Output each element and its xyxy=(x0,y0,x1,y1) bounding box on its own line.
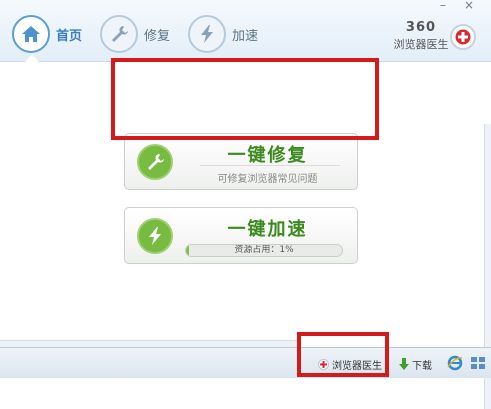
tab-repair-label: 修复 xyxy=(144,28,171,44)
card-divider xyxy=(200,165,340,166)
lightning-icon xyxy=(137,218,173,254)
status-bar: 浏览器医生 下载 xyxy=(0,347,491,378)
repair-highlight-box xyxy=(111,58,379,140)
lightning-icon xyxy=(188,15,226,53)
statusbar-download-button[interactable]: 下载 xyxy=(398,356,432,372)
speedup-title: 一键加速 xyxy=(227,219,308,240)
tab-speed-label: 加速 xyxy=(232,28,259,44)
download-arrow-icon xyxy=(399,358,409,370)
tab-repair[interactable]: 修复 xyxy=(100,14,170,54)
minimize-button[interactable]: – xyxy=(431,0,455,12)
home-icon xyxy=(12,15,50,53)
repair-title: 一键修复 xyxy=(227,145,308,166)
bottom-edge xyxy=(0,340,300,347)
close-button[interactable]: × xyxy=(457,0,481,12)
brand-name: 浏览器医生 xyxy=(393,38,449,51)
active-tab-indicator xyxy=(25,54,39,62)
statusbar-download-label: 下载 xyxy=(412,360,432,372)
brand: 360 浏览器医生 xyxy=(392,20,450,52)
ie-icon[interactable] xyxy=(447,355,463,371)
wrench-icon xyxy=(100,15,138,53)
tab-home[interactable]: 首页 xyxy=(12,14,82,54)
wrench-icon xyxy=(137,144,173,180)
header-bar: – × 首页 修复 加速 360 浏览器医生 xyxy=(0,0,491,62)
one-click-speedup-button[interactable]: 一键加速 资源占用：1% xyxy=(124,207,358,264)
repair-subtitle: 可修复浏览器常见问题 xyxy=(217,174,318,185)
resource-usage-bar: 资源占用：1% xyxy=(185,244,343,257)
window-grid-icon[interactable] xyxy=(470,355,486,371)
one-click-repair-button[interactable]: 一键修复 可修复浏览器常见问题 xyxy=(124,133,358,190)
tab-home-label: 首页 xyxy=(56,28,83,44)
statusbar-highlight-box xyxy=(297,332,389,377)
tab-speed[interactable]: 加速 xyxy=(188,14,258,54)
brand-number: 360 xyxy=(405,20,437,35)
browser-doctor-window: – × 首页 修复 加速 360 浏览器医生 一键修复 可修复浏览器常见问题 一… xyxy=(0,0,491,409)
medical-cross-icon xyxy=(450,24,476,50)
resource-usage-text: 资源占用：1% xyxy=(234,245,294,255)
